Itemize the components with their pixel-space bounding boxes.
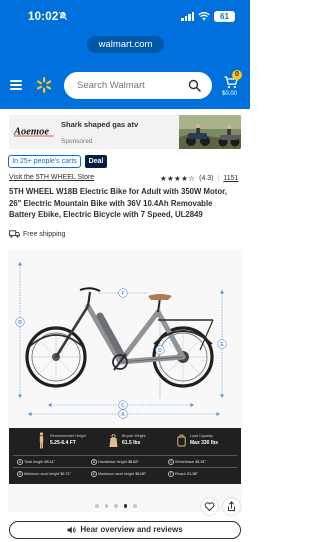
status-time: 10:02 (28, 11, 59, 23)
status-bar: 10:02 61 (0, 0, 250, 34)
heart-icon (204, 502, 215, 512)
spec-item: F Reach 21.26" (168, 471, 198, 477)
pager-dot[interactable] (104, 504, 108, 508)
pager-dot-active[interactable] (123, 504, 127, 508)
wifi-icon (198, 12, 210, 21)
spec-item-label: Maximum seat height (98, 472, 135, 476)
shipping-label: Free shipping (23, 230, 66, 238)
review-count-link[interactable]: 1151 (223, 175, 238, 182)
header-nav: Search Walmart 0 $0.00 (0, 68, 250, 104)
star-rating-icon: ★★★★☆ (160, 174, 196, 183)
spec-letter: D (17, 471, 23, 477)
ad-title: Shark shaped gas atv (61, 120, 139, 129)
spec-letter: B (91, 459, 97, 465)
search-icon[interactable] (188, 79, 201, 92)
spec-value: 61.5 lbs (122, 440, 141, 446)
spec-item: A Total length 69.11" (17, 459, 55, 465)
share-button[interactable] (223, 498, 240, 515)
spec-item-value: 21.26" (187, 472, 198, 476)
shipping-info: Free shipping (9, 230, 65, 238)
spec-item: D Minimum seat height 30.71" (17, 471, 71, 477)
walmart-spark-logo[interactable] (35, 76, 53, 94)
search-placeholder: Search Walmart (77, 80, 145, 91)
cellular-signal-icon (181, 12, 194, 21)
browser-url-bar[interactable]: walmart.com (87, 36, 164, 53)
spec-item-label: Handlebar height (98, 460, 127, 464)
spec-row: D Minimum seat height 30.71" E Maximum sea… (13, 467, 237, 479)
product-rating[interactable]: ★★★★☆ (4.3) | 1151 (160, 174, 238, 183)
spec-label: Recommended Height (50, 434, 86, 438)
rating-value: (4.3) (199, 175, 214, 182)
spec-value: 5.25-6.4 FT (50, 440, 76, 446)
spec-grid: A Total length 69.11" B Handlebar height 3… (13, 455, 237, 479)
speaker-icon (67, 526, 76, 534)
ad-sponsored-label: Sponsored (61, 138, 93, 145)
spec-letter: E (91, 471, 97, 477)
person-height-icon (39, 432, 44, 449)
dimension-letter-f: F (121, 291, 124, 297)
spec-letter: F (168, 471, 174, 477)
spec-item-label: Total length (24, 460, 44, 464)
spec-item-value: 38.82" (127, 460, 139, 464)
favorite-button[interactable] (201, 498, 218, 515)
cart-total: $0.00 (222, 91, 238, 97)
spec-letter: A (17, 459, 23, 465)
menu-icon[interactable] (10, 80, 22, 90)
spec-label: Load Capacity (190, 434, 213, 438)
spec-item-label: Reach (175, 472, 186, 476)
truck-icon (9, 230, 20, 238)
spec-value: Max 330 lbs (190, 440, 219, 446)
popularity-tag: In 25+ people's carts (8, 155, 81, 168)
spec-letter: C (168, 459, 174, 465)
rating-separator: | (217, 175, 220, 182)
store-link[interactable]: Visit the 5TH WHEEL Store (9, 174, 94, 181)
bike-diagram: B C A D E F (15, 262, 227, 419)
spec-item-label: Wheelbase (175, 460, 194, 464)
cart-button[interactable]: 0 $0.00 (221, 70, 245, 100)
dimension-letter-b: B (18, 320, 22, 326)
status-icons: 61 (181, 11, 235, 22)
spec-label: Bicycle Weight (122, 434, 146, 438)
spec-item: E Maximum seat height 36.06" (91, 471, 146, 477)
spec-item-label: Minimum seat height (24, 472, 60, 476)
hear-overview-label: Hear overview and reviews (80, 525, 183, 534)
pager-dot[interactable] (114, 504, 118, 508)
hear-overview-button[interactable]: Hear overview and reviews (9, 521, 241, 539)
share-icon (228, 501, 235, 512)
spec-item-value: 30.71" (60, 472, 71, 476)
bell-muted-icon (58, 11, 68, 21)
search-input[interactable]: Search Walmart (64, 72, 212, 99)
spec-item: C Wheelbase 43.31" (168, 459, 206, 465)
spec-row: A Total length 69.11" B Handlebar height 3… (13, 455, 237, 467)
spec-item: B Handlebar height 38.82" (91, 459, 139, 465)
gallery-pager[interactable] (95, 504, 137, 508)
weight-icon (109, 434, 118, 447)
spec-panel: Recommended Height 5.25-6.4 FT Bicycle W… (9, 428, 241, 484)
battery-indicator: 61 (214, 11, 235, 22)
spec-item-value: 69.11" (44, 460, 56, 464)
spec-item-value: 43.31" (195, 460, 206, 464)
dimension-letter-a: A (121, 412, 125, 418)
product-title: 5TH WHEEL W18B Electric Bike for Adult w… (9, 187, 227, 220)
load-capacity-icon (177, 434, 186, 447)
pager-dot[interactable] (95, 504, 99, 508)
dimension-letter-d: D (158, 348, 162, 354)
pager-dot[interactable] (133, 504, 137, 508)
product-image[interactable]: B C A D E F Recommended Height 5.25-6.4 … (8, 250, 242, 512)
dimension-letter-c: C (121, 403, 125, 409)
deal-badge: Deal (85, 155, 107, 168)
cart-count-badge: 0 (232, 70, 242, 80)
aoemoe-logo: Aoemoe (13, 127, 54, 138)
sponsored-ad-banner[interactable]: Aoemoe Shark shaped gas atv Sponsored (9, 115, 241, 149)
ad-atv-image (179, 115, 241, 149)
spec-item-value: 36.06" (135, 472, 147, 476)
